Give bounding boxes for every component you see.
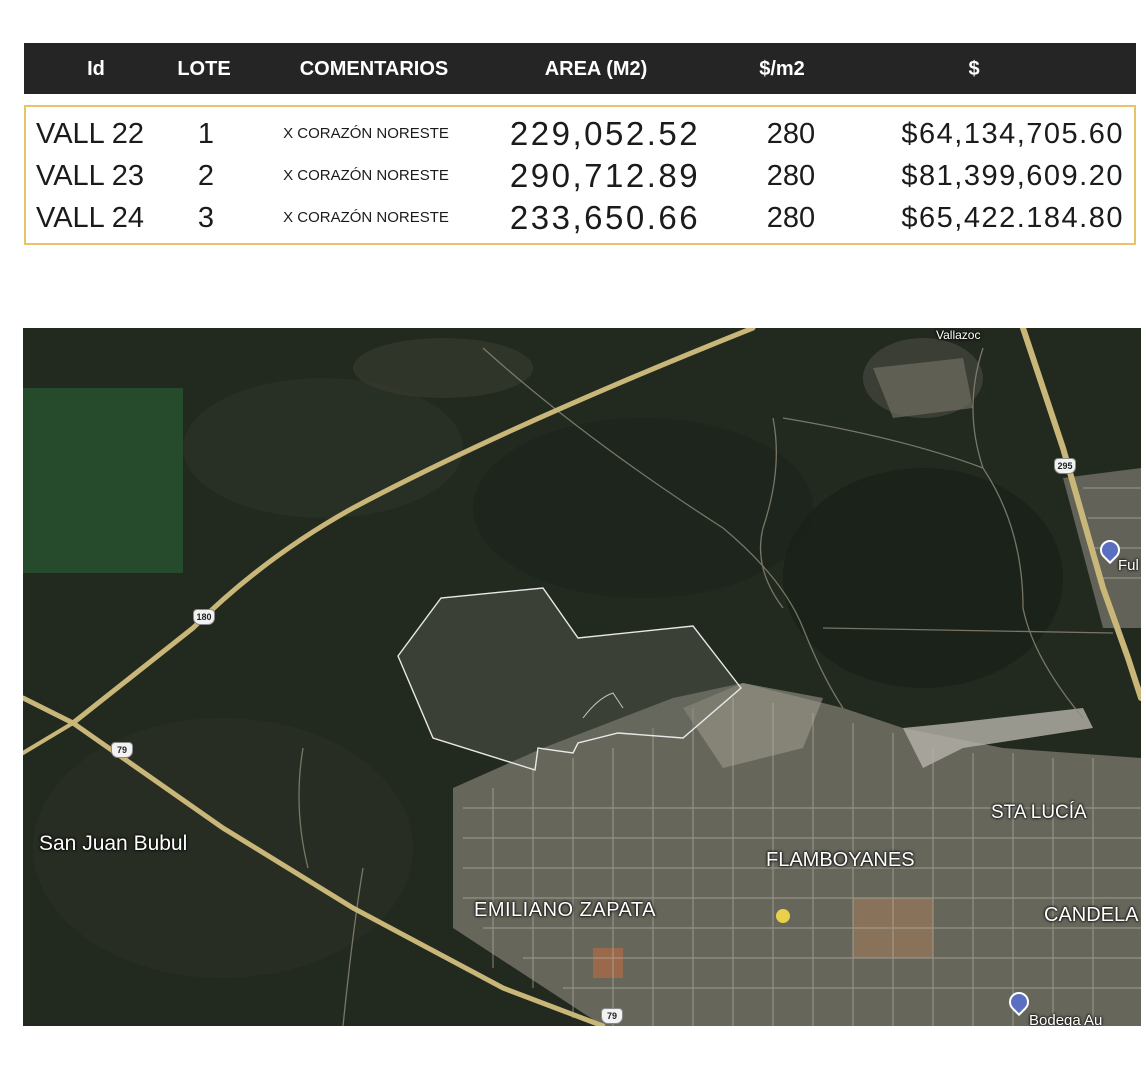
cell-lote: 1 [197,118,215,150]
header-price-m2: $/m2 [759,58,805,80]
highway-shield-180: 180 [193,609,215,625]
label-flamboyanes: FLAMBOYANES [766,849,915,871]
cell-price-m2: 280 [766,160,816,192]
label-ful: Ful [1118,557,1139,574]
label-vallazoc: Vallazoc [936,328,981,342]
header-total: $ [968,58,980,80]
cell-comentarios: X CORAZÓN NORESTE [283,167,449,184]
cell-total: $64,134,705.60 [901,118,1124,150]
table-row: VALL 24 3 X CORAZÓN NORESTE 233,650.66 2… [26,197,1134,239]
cell-comentarios: X CORAZÓN NORESTE [283,209,449,226]
header-lote: LOTE [177,58,231,80]
table-row: VALL 22 1 X CORAZÓN NORESTE 229,052.52 2… [26,113,1134,155]
cell-area: 229,052.52 [509,115,701,152]
cell-id: VALL 23 [36,160,145,192]
green-field [23,388,183,573]
cell-price-m2: 280 [766,118,816,150]
cell-lote: 3 [197,202,215,234]
cell-lote: 2 [197,160,215,192]
label-san-juan-bubul: San Juan Bubul [39,832,188,855]
vegetation-patch [183,378,463,518]
header-comentarios: COMENTARIOS [299,58,449,80]
vegetation-patch [473,418,813,598]
table-body: VALL 22 1 X CORAZÓN NORESTE 229,052.52 2… [24,105,1136,245]
satellite-map: San Juan Bubul EMILIANO ZAPATA FLAMBOYAN… [23,328,1141,1026]
table-header: Id LOTE COMENTARIOS AREA (M2) $/m2 $ [24,43,1136,94]
highway-shield-295: 295 [1054,458,1076,474]
cell-price-m2: 280 [766,202,816,234]
label-candela: CANDELA [1044,904,1139,926]
highway-shield-79: 79 [601,1008,623,1024]
highway-shield-79: 79 [111,742,133,758]
header-id: Id [87,58,105,80]
label-sta-lucia: STA LUCÍA [991,802,1087,823]
cell-total: $65,422.184.80 [901,202,1124,234]
table-row: VALL 23 2 X CORAZÓN NORESTE 290,712.89 2… [26,155,1134,197]
urban-area [593,948,623,978]
cell-area: 233,650.66 [509,199,701,236]
cell-id: VALL 22 [36,118,145,150]
cell-total: $81,399,609.20 [901,160,1124,192]
label-emiliano-zapata: EMILIANO ZAPATA [474,899,656,921]
cell-id: VALL 24 [36,202,145,234]
cell-area: 290,712.89 [509,157,701,194]
location-dot [776,909,790,923]
cell-comentarios: X CORAZÓN NORESTE [283,125,449,142]
header-area: AREA (M2) [544,58,648,80]
label-bodega: Bodega Au [1029,1012,1103,1026]
